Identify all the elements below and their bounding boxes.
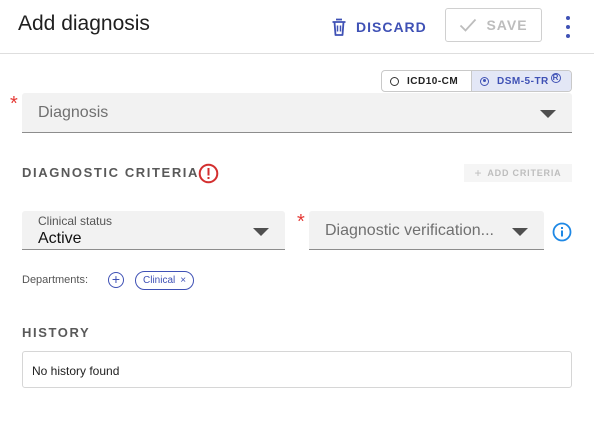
dialog-header: Add diagnosis DISCARD SAVE xyxy=(0,0,594,54)
code-system-toggle: ICD10-CM DSM-5-TR R xyxy=(381,70,572,92)
code-option-icd10[interactable]: ICD10-CM xyxy=(382,71,471,91)
diagnosis-placeholder: Diagnosis xyxy=(38,104,109,121)
history-panel: No history found xyxy=(22,351,572,388)
diagnosis-select[interactable]: Diagnosis xyxy=(22,93,572,133)
trash-icon xyxy=(332,18,346,36)
discard-label: DISCARD xyxy=(356,19,427,35)
check-icon xyxy=(460,18,477,32)
departments-label: Departments: xyxy=(22,274,89,286)
info-icon[interactable] xyxy=(552,222,572,242)
radio-unselected-icon xyxy=(390,76,399,86)
save-button[interactable]: SAVE xyxy=(445,8,542,42)
department-chip: Clinical × xyxy=(135,271,195,290)
more-options-icon[interactable] xyxy=(562,14,574,40)
registered-mark: R xyxy=(550,73,561,83)
code-option-label: ICD10-CM xyxy=(407,75,459,87)
radio-selected-icon xyxy=(480,76,489,86)
verification-select[interactable]: Diagnostic verification... xyxy=(309,211,544,250)
chevron-down-icon xyxy=(253,228,269,236)
required-asterisk: * xyxy=(10,93,18,115)
verification-placeholder: Diagnostic verification... xyxy=(325,222,494,239)
add-department-button[interactable]: + xyxy=(108,272,124,288)
discard-button[interactable]: DISCARD xyxy=(331,14,427,40)
criteria-heading: DIAGNOSTIC CRITERIA xyxy=(22,165,200,180)
history-heading: HISTORY xyxy=(22,325,91,340)
plus-icon: + xyxy=(474,166,483,180)
chip-label: Clinical xyxy=(143,275,176,286)
clinical-status-label: Clinical status xyxy=(38,214,113,228)
add-criteria-label: ADD CRITERIA xyxy=(487,168,562,178)
chevron-down-icon xyxy=(512,228,528,236)
required-asterisk: * xyxy=(297,211,305,233)
chevron-down-icon xyxy=(540,110,556,118)
code-option-dsm5[interactable]: DSM-5-TR R xyxy=(471,71,571,91)
page-title: Add diagnosis xyxy=(18,12,150,35)
save-label: SAVE xyxy=(486,17,528,33)
alert-icon xyxy=(198,163,219,184)
history-empty-text: No history found xyxy=(32,364,120,378)
clinical-status-value: Active xyxy=(38,230,82,247)
clinical-status-select[interactable]: Clinical status Active xyxy=(22,211,285,250)
remove-chip-icon[interactable]: × xyxy=(180,275,186,286)
code-option-label: DSM-5-TR xyxy=(497,75,549,87)
add-criteria-button[interactable]: + ADD CRITERIA xyxy=(464,164,572,182)
